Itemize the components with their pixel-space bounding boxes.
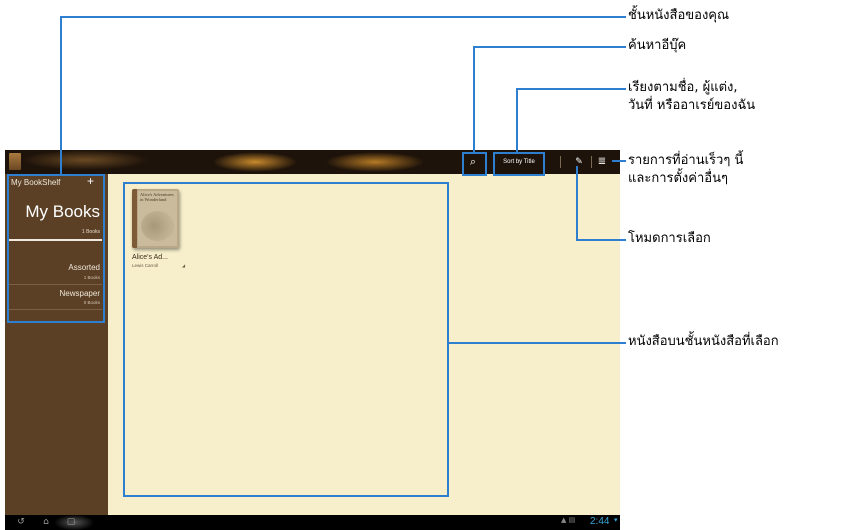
leader-line (576, 166, 578, 240)
menu-icon[interactable]: ≣ (595, 154, 609, 170)
annotation-sort: เรียงตามชื่อ, ผู้แต่ง, วันที่ หรืออาเรย์… (628, 80, 756, 113)
leader-line (60, 16, 62, 175)
annotation-selection-mode: โหมดการเลือก (628, 231, 711, 246)
books-highlight-box (123, 182, 449, 497)
toolbar-divider (591, 156, 592, 168)
system-nav-bar: ↺ ⌂ ▢ ▲ ▤ 2:44 ▾ (5, 515, 620, 530)
pencil-icon[interactable]: ✎ (572, 154, 586, 170)
leader-line (473, 46, 626, 48)
app-book-icon[interactable] (9, 153, 21, 170)
leader-line (473, 46, 475, 153)
leader-line (612, 160, 626, 162)
leader-line (516, 88, 626, 90)
toolbar-divider (560, 156, 561, 168)
leader-line (448, 342, 626, 344)
home-icon[interactable]: ⌂ (38, 515, 54, 530)
clock[interactable]: 2:44 (590, 516, 609, 527)
bookshelf-highlight-box (7, 174, 105, 323)
annotation-books-on-shelf: หนังสือบนชั้นหนังสือที่เลือก (628, 334, 779, 349)
leader-line (576, 239, 626, 241)
leader-line (516, 88, 518, 153)
annotation-menu: รายการที่อ่านเร็วๆ นี้ และการตั้งค่าอื่น… (628, 153, 744, 186)
search-highlight-box (462, 152, 487, 176)
sort-highlight-box (493, 152, 545, 176)
leader-line (60, 16, 626, 18)
notification-icons[interactable]: ▲ ▤ (561, 516, 575, 524)
wifi-icon: ▾ (614, 516, 618, 524)
annotation-bookshelf: ชั้นหนังสือของคุณ (628, 8, 730, 23)
back-icon[interactable]: ↺ (13, 515, 29, 530)
recent-apps-icon[interactable]: ▢ (63, 515, 79, 530)
annotation-search: ค้นหาอีบุ๊ค (628, 38, 687, 53)
